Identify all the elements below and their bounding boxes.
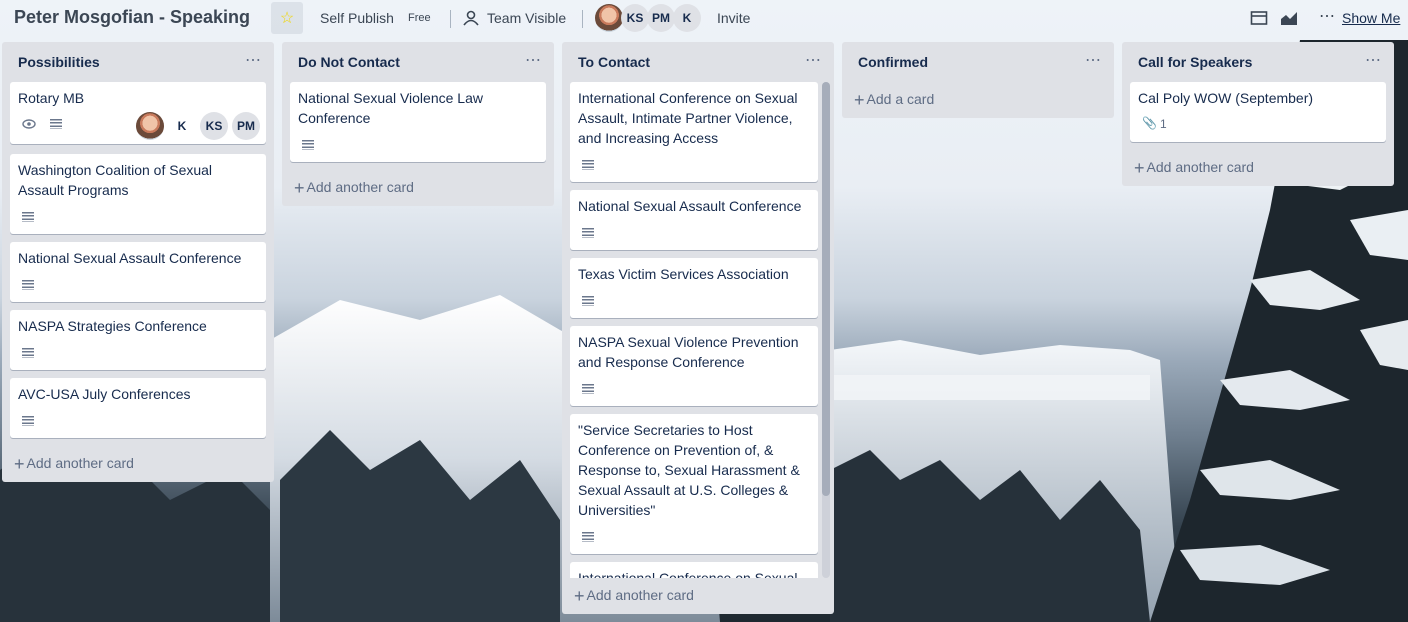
description-icon — [582, 228, 594, 238]
description-icon — [22, 212, 34, 222]
header-divider — [582, 10, 583, 28]
member-avatar-ks[interactable]: KS — [621, 4, 649, 32]
eye-icon — [22, 119, 36, 129]
card[interactable]: Washington Coalition of Sexual Assault P… — [10, 154, 266, 234]
attachment-count: 1 — [1160, 117, 1167, 131]
list-title[interactable]: To Contact — [578, 54, 650, 70]
card-member-avatar-pm[interactable]: PM — [232, 112, 260, 140]
description-icon — [582, 296, 594, 306]
team-icon — [463, 10, 479, 26]
list-menu-icon[interactable]: ⋯ — [1085, 50, 1102, 70]
card-title: NASPA Strategies Conference — [18, 318, 207, 334]
plus-icon: + — [854, 90, 865, 110]
star-button[interactable]: ☆ — [271, 2, 303, 34]
description-icon — [50, 119, 62, 129]
add-card-label: Add another card — [1146, 159, 1254, 175]
board-header: Peter Mosgofian - Speaking ☆ Self Publis… — [0, 0, 1408, 36]
card-member-avatar-k[interactable]: K — [168, 112, 196, 140]
card-title: National Sexual Assault Conference — [18, 250, 242, 266]
description-icon — [22, 348, 34, 358]
card[interactable]: AVC-USA July Conferences — [10, 378, 266, 438]
star-icon: ☆ — [279, 10, 295, 27]
card[interactable]: "Service Secretaries to Host Conference … — [570, 414, 818, 554]
card-title: Rotary MB — [18, 90, 85, 106]
card-title: AVC-USA July Conferences — [18, 386, 191, 402]
add-card-label: Add another card — [586, 587, 694, 603]
card-title: Texas Victim Services Association — [578, 266, 789, 282]
list-menu-icon[interactable]: ⋯ — [1365, 50, 1382, 70]
card-title: National Sexual Assault Conference — [578, 198, 802, 214]
add-card-label: Add another card — [26, 455, 134, 471]
card[interactable]: National Sexual Violence Law Conference — [290, 82, 546, 162]
board-title[interactable]: Peter Mosgofian - Speaking — [14, 7, 250, 28]
chart-icon[interactable] — [1280, 10, 1298, 26]
card[interactable]: International Conference on Sexual Assau… — [570, 82, 818, 182]
plus-icon: + — [574, 586, 585, 606]
list-scrollbar-thumb[interactable] — [822, 82, 830, 496]
list-title[interactable]: Confirmed — [858, 54, 928, 70]
list-do-not-contact: Do Not Contact ⋯ National Sexual Violenc… — [282, 42, 554, 206]
add-card-button[interactable]: + Add another card — [14, 454, 134, 475]
ellipsis-icon[interactable]: ⋯ — [1319, 6, 1336, 26]
card-member-avatar-photo[interactable] — [136, 112, 164, 140]
member-avatar-k[interactable]: K — [673, 4, 701, 32]
add-card-label: Add a card — [866, 91, 935, 107]
description-icon — [582, 532, 594, 542]
header-divider — [450, 10, 451, 28]
calendar-icon[interactable] — [1250, 10, 1268, 26]
description-icon — [582, 384, 594, 394]
show-menu-button[interactable]: Show Me — [1342, 10, 1400, 26]
description-icon — [302, 140, 314, 150]
add-card-label: Add another card — [306, 179, 414, 195]
plus-icon: + — [1134, 158, 1145, 178]
member-avatar-photo[interactable] — [595, 4, 623, 32]
list-possibilities: Possibilities ⋯ Rotary MB K KS PM Washin… — [2, 42, 274, 482]
card-title: National Sexual Violence Law Conference — [298, 90, 483, 126]
card-title: International Conference on Sexual — [578, 570, 798, 578]
card[interactable]: NASPA Strategies Conference — [10, 310, 266, 370]
plus-icon: + — [14, 454, 25, 474]
card[interactable]: Texas Victim Services Association — [570, 258, 818, 318]
visibility-button[interactable]: Team Visible — [487, 10, 566, 26]
card[interactable]: National Sexual Assault Conference — [570, 190, 818, 250]
paperclip-icon: 📎 — [1142, 116, 1157, 130]
card-title: Washington Coalition of Sexual Assault P… — [18, 162, 213, 198]
card-title: Cal Poly WOW (September) — [1138, 90, 1314, 106]
list-title[interactable]: Possibilities — [18, 54, 100, 70]
add-card-button[interactable]: + Add another card — [1134, 158, 1254, 179]
description-icon — [582, 160, 594, 170]
list-confirmed: Confirmed ⋯ + Add a card — [842, 42, 1114, 118]
list-menu-icon[interactable]: ⋯ — [805, 50, 822, 70]
list-title[interactable]: Call for Speakers — [1138, 54, 1252, 70]
card-member-avatar-ks[interactable]: KS — [200, 112, 228, 140]
description-icon — [22, 416, 34, 426]
list-cards-scroll-area: International Conference on Sexual Assau… — [562, 78, 834, 578]
card-title: International Conference on Sexual Assau… — [578, 90, 798, 146]
list-to-contact: To Contact ⋯ International Conference on… — [562, 42, 834, 614]
card-title: NASPA Sexual Violence Prevention and Res… — [578, 334, 799, 370]
list-call-for-speakers: Call for Speakers ⋯ Cal Poly WOW (Septem… — [1122, 42, 1394, 186]
card[interactable]: NASPA Sexual Violence Prevention and Res… — [570, 326, 818, 406]
list-title[interactable]: Do Not Contact — [298, 54, 400, 70]
plan-badge: Free — [408, 12, 431, 24]
card[interactable]: Cal Poly WOW (September) 📎 1 — [1130, 82, 1386, 142]
card[interactable]: Rotary MB K KS PM — [10, 82, 266, 144]
workspace-name[interactable]: Self Publish — [320, 10, 394, 26]
invite-button[interactable]: Invite — [717, 10, 750, 26]
add-card-button[interactable]: + Add a card — [854, 90, 934, 111]
card[interactable]: National Sexual Assault Conference — [10, 242, 266, 302]
plus-icon: + — [294, 178, 305, 198]
list-menu-icon[interactable]: ⋯ — [245, 50, 262, 70]
card-title: "Service Secretaries to Host Conference … — [578, 422, 800, 518]
add-card-button[interactable]: + Add another card — [574, 586, 694, 607]
card[interactable]: International Conference on Sexual — [570, 562, 818, 578]
add-card-button[interactable]: + Add another card — [294, 178, 414, 199]
description-icon — [22, 280, 34, 290]
member-avatar-pm[interactable]: PM — [647, 4, 675, 32]
list-menu-icon[interactable]: ⋯ — [525, 50, 542, 70]
